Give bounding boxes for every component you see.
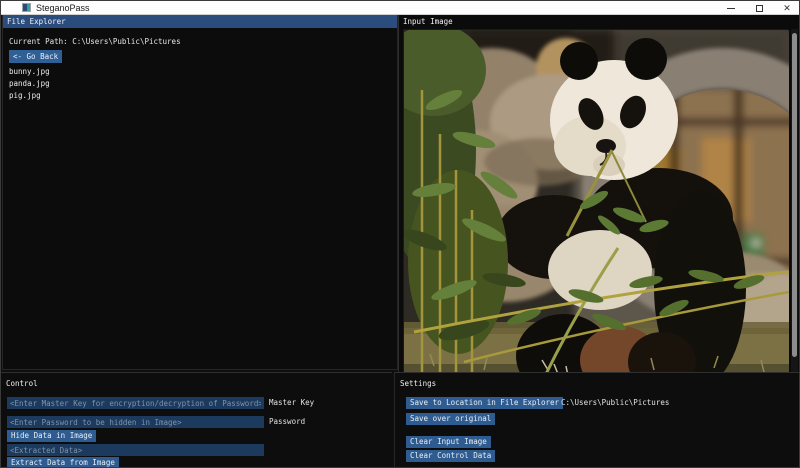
password-label: Password <box>269 416 305 428</box>
input-image-photo <box>403 29 788 377</box>
clear-control-data-button[interactable]: Clear Control Data <box>406 450 495 462</box>
file-item-pig[interactable]: pig.jpg <box>9 90 41 101</box>
master-key-input[interactable] <box>7 397 264 409</box>
file-explorer-header: File Explorer <box>3 15 397 28</box>
window-title: SteganoPass <box>36 3 90 13</box>
file-item-panda[interactable]: panda.jpg <box>9 78 50 89</box>
settings-header: Settings <box>400 379 436 388</box>
input-image-header: Input Image <box>399 15 800 28</box>
save-location-path: C:\Users\Public\Pictures <box>561 397 669 409</box>
extracted-data-field[interactable] <box>7 444 264 456</box>
app-icon <box>22 3 31 12</box>
clear-input-image-button[interactable]: Clear Input Image <box>406 436 491 448</box>
password-input[interactable] <box>7 416 264 428</box>
image-scrollbar-track[interactable] <box>791 29 798 377</box>
minimize-icon <box>727 8 735 9</box>
maximize-icon <box>756 5 763 12</box>
titlebar: SteganoPass ✕ <box>1 1 800 15</box>
control-header: Control <box>6 379 38 388</box>
close-button[interactable]: ✕ <box>773 1 800 15</box>
hide-data-button[interactable]: Hide Data in Image <box>7 430 96 442</box>
go-back-button[interactable]: <- Go Back <box>9 50 62 63</box>
file-explorer-panel: File Explorer Current Path: C:\Users\Pub… <box>2 15 398 370</box>
extract-data-button[interactable]: Extract Data from Image <box>7 457 119 468</box>
file-item-bunny[interactable]: bunny.jpg <box>9 66 50 77</box>
save-over-original-button[interactable]: Save over original <box>406 413 495 425</box>
current-path-label: Current Path: C:\Users\Public\Pictures <box>9 37 181 46</box>
window-controls: ✕ <box>717 1 800 15</box>
control-section: Control Master Key Password Hide Data in… <box>1 372 392 468</box>
input-image-panel: Input Image <box>398 15 800 378</box>
minimize-button[interactable] <box>717 1 745 15</box>
image-scrollbar-thumb[interactable] <box>792 33 797 357</box>
settings-section: Settings Save to Location in File Explor… <box>394 372 800 468</box>
save-to-location-button[interactable]: Save to Location in File Explorer <box>406 397 563 409</box>
master-key-label: Master Key <box>269 397 314 409</box>
maximize-button[interactable] <box>745 1 773 15</box>
panda-photo-svg <box>404 30 789 378</box>
app-window: SteganoPass ✕ File Explorer Current Path… <box>0 0 800 468</box>
